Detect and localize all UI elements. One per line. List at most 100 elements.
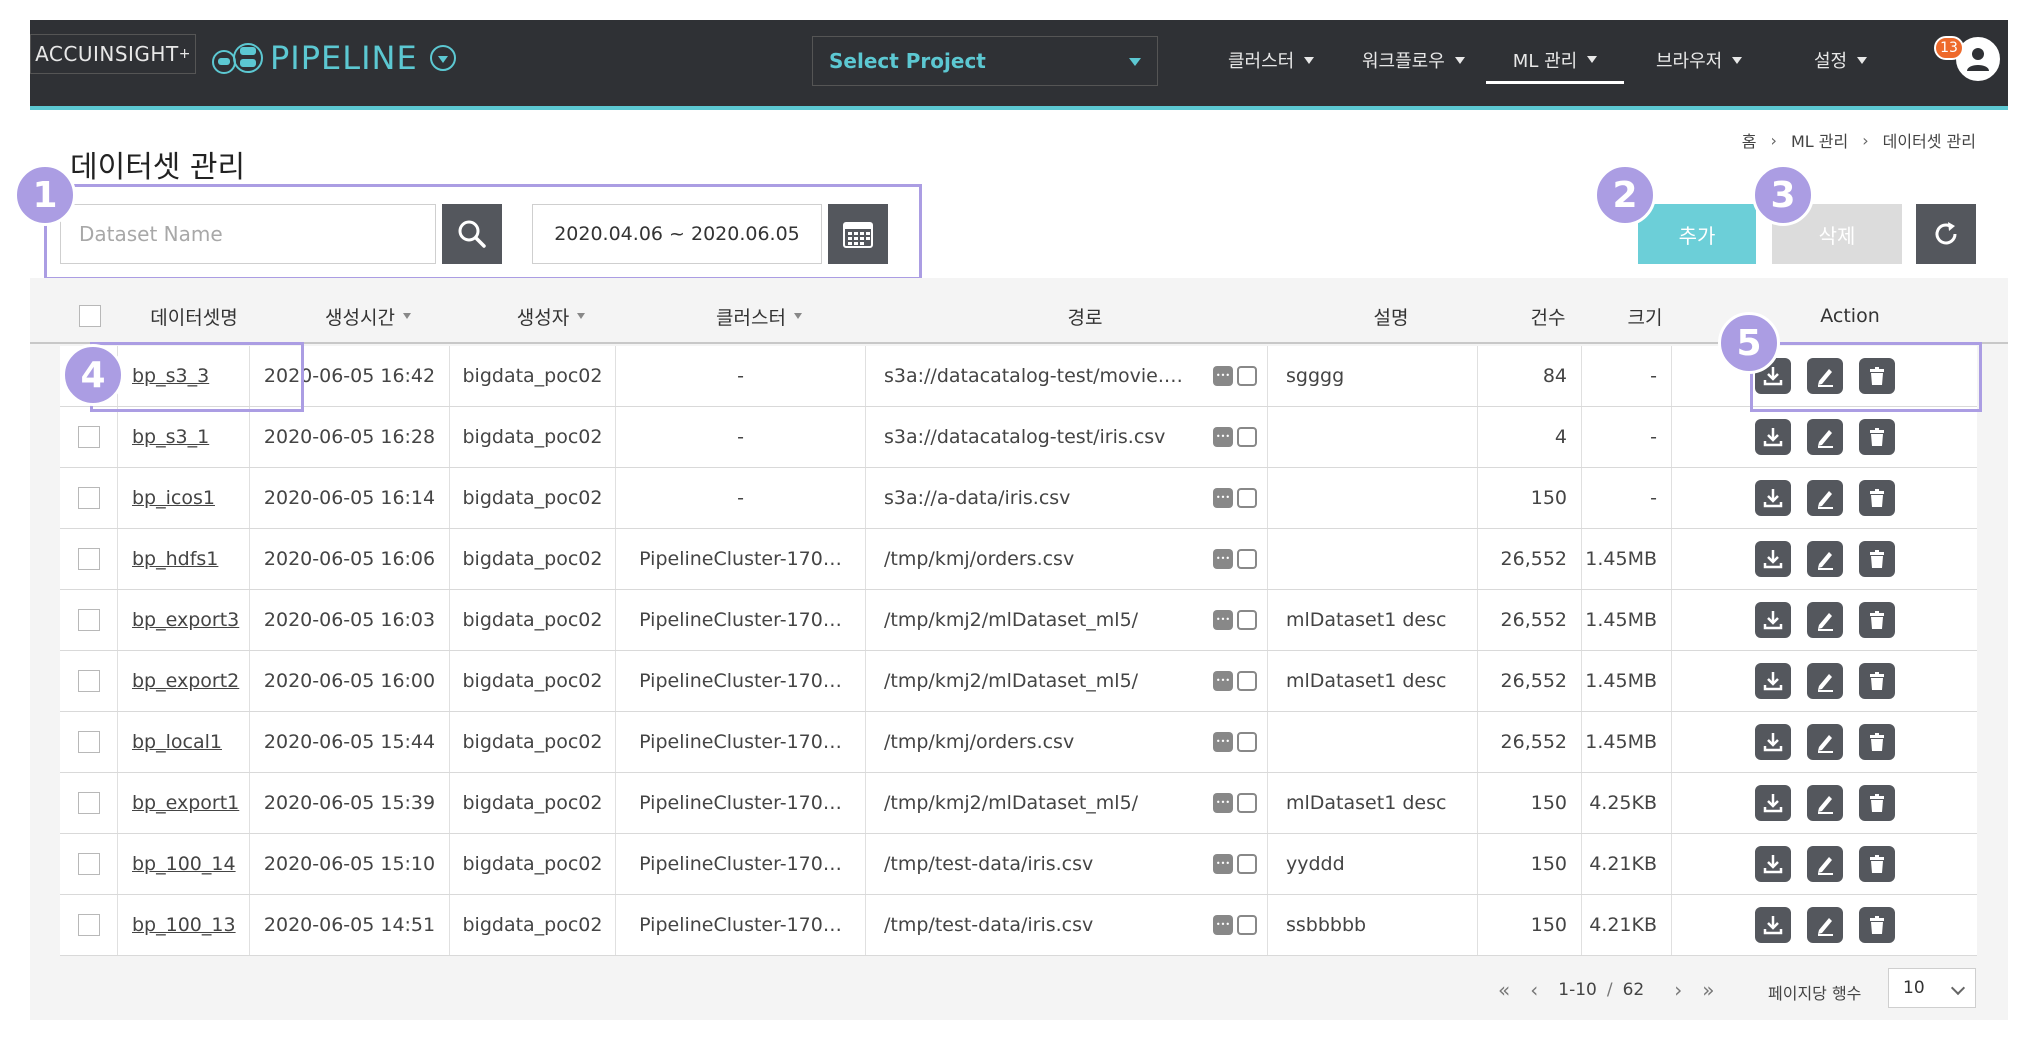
nav-menu-cluster[interactable]: 클러스터 (1228, 40, 1315, 80)
dataset-name-link[interactable]: bp_export2 (118, 670, 239, 692)
pipeline-logo[interactable]: PIPELINE (210, 36, 456, 80)
trash-icon (1866, 731, 1888, 753)
row-checkbox[interactable] (77, 548, 100, 570)
select-all-checkbox[interactable] (79, 305, 101, 327)
delete-row-button[interactable] (1858, 663, 1895, 699)
more-icon[interactable]: ••• (1213, 549, 1233, 569)
breadcrumb-home[interactable]: 홈 (1742, 128, 1757, 152)
refresh-button[interactable] (1916, 204, 1976, 264)
dataset-name-link[interactable]: bp_icos1 (118, 487, 215, 509)
more-icon[interactable]: ••• (1213, 854, 1233, 874)
edit-button[interactable] (1806, 480, 1843, 516)
download-button[interactable] (1754, 541, 1791, 577)
dataset-name-link[interactable]: bp_export3 (118, 609, 239, 631)
more-icon[interactable]: ••• (1213, 488, 1233, 508)
app-frame: ACCUINSIGHT + PIPELINE Select Project 클러스… (0, 0, 2024, 1046)
count-cell: 26,552 (1478, 529, 1582, 589)
delete-row-button[interactable] (1858, 480, 1895, 516)
download-button[interactable] (1754, 846, 1791, 882)
more-icon[interactable]: ••• (1213, 915, 1233, 935)
copy-path-icon[interactable] (1237, 671, 1257, 691)
dataset-name-link[interactable]: bp_100_14 (118, 853, 236, 875)
column-header-creator[interactable]: 생성자 (468, 288, 634, 344)
edit-button[interactable] (1806, 785, 1843, 821)
more-icon[interactable]: ••• (1213, 366, 1233, 386)
column-header-created-time[interactable]: 생성시간 (268, 288, 468, 344)
rows-per-page-select[interactable]: 10 (1888, 968, 1976, 1008)
row-checkbox[interactable] (77, 853, 100, 875)
last-page-icon[interactable]: » (1702, 978, 1714, 1002)
row-checkbox[interactable] (77, 914, 100, 936)
column-header-cluster[interactable]: 클러스터 (634, 288, 884, 344)
dataset-name-cell: bp_icos1 (118, 468, 250, 528)
download-button[interactable] (1754, 419, 1791, 455)
row-checkbox[interactable] (77, 487, 100, 509)
nav-menu-ml-management[interactable]: ML 관리 (1486, 40, 1624, 84)
row-checkbox[interactable] (77, 426, 100, 448)
row-checkbox[interactable] (77, 731, 100, 753)
more-icon[interactable]: ••• (1213, 610, 1233, 630)
dataset-name-link[interactable]: bp_export1 (118, 792, 239, 814)
nav-menu-workflow[interactable]: 워크플로우 (1362, 40, 1465, 80)
delete-row-button[interactable] (1858, 602, 1895, 638)
first-page-icon[interactable]: « (1498, 978, 1510, 1002)
more-icon[interactable]: ••• (1213, 427, 1233, 447)
created-time-text: 2020-06-05 16:06 (263, 548, 436, 570)
copy-path-icon[interactable] (1237, 366, 1257, 386)
row-checkbox[interactable] (77, 792, 100, 814)
search-button[interactable] (442, 204, 502, 264)
copy-path-icon[interactable] (1237, 854, 1257, 874)
copy-path-icon[interactable] (1237, 549, 1257, 569)
delete-row-button[interactable] (1858, 907, 1895, 943)
breadcrumb-ml-management[interactable]: ML 관리 (1791, 128, 1848, 152)
more-icon[interactable]: ••• (1213, 793, 1233, 813)
row-checkbox[interactable] (77, 670, 100, 692)
edit-button[interactable] (1806, 724, 1843, 760)
copy-path-icon[interactable] (1237, 488, 1257, 508)
download-button[interactable] (1754, 785, 1791, 821)
next-page-icon[interactable]: › (1674, 978, 1682, 1002)
product-menu-chevron-icon[interactable] (429, 45, 456, 71)
download-button[interactable] (1754, 663, 1791, 699)
dataset-name-link[interactable]: bp_local1 (118, 731, 222, 753)
size-cell: 1.45MB (1582, 651, 1672, 711)
delete-row-button[interactable] (1858, 785, 1895, 821)
copy-path-icon[interactable] (1237, 732, 1257, 752)
dataset-name-search-input[interactable] (60, 204, 436, 264)
delete-row-button[interactable] (1858, 541, 1895, 577)
add-button[interactable]: 추가 (1638, 204, 1756, 264)
copy-path-icon[interactable] (1237, 610, 1257, 630)
download-button[interactable] (1754, 724, 1791, 760)
dataset-name-link[interactable]: bp_hdfs1 (118, 548, 218, 570)
download-button[interactable] (1754, 602, 1791, 638)
calendar-button[interactable] (828, 204, 888, 264)
delete-row-button[interactable] (1858, 419, 1895, 455)
copy-path-icon[interactable] (1237, 427, 1257, 447)
edit-button[interactable] (1806, 419, 1843, 455)
copy-path-icon[interactable] (1237, 793, 1257, 813)
caret-down-icon (1857, 56, 1868, 64)
dataset-name-cell: bp_hdfs1 (118, 529, 250, 589)
edit-button[interactable] (1806, 907, 1843, 943)
edit-button[interactable] (1806, 541, 1843, 577)
download-button[interactable] (1754, 907, 1791, 943)
edit-button[interactable] (1806, 663, 1843, 699)
delete-row-button[interactable] (1858, 846, 1895, 882)
description-cell: mlDataset1 desc (1268, 773, 1478, 833)
prev-page-icon[interactable]: ‹ (1530, 978, 1538, 1002)
edit-button[interactable] (1806, 602, 1843, 638)
date-range-field[interactable]: 2020.04.06 ~ 2020.06.05 (532, 204, 822, 264)
nav-menu-settings[interactable]: 설정 (1814, 40, 1868, 80)
row-checkbox[interactable] (77, 609, 100, 631)
project-select[interactable]: Select Project (812, 36, 1158, 86)
dataset-name-link[interactable]: bp_100_13 (118, 914, 236, 936)
accuinsight-logo[interactable]: ACCUINSIGHT + (30, 34, 196, 74)
more-icon[interactable]: ••• (1213, 732, 1233, 752)
download-button[interactable] (1754, 480, 1791, 516)
copy-path-icon[interactable] (1237, 915, 1257, 935)
delete-row-button[interactable] (1858, 724, 1895, 760)
dataset-name-link[interactable]: bp_s3_1 (118, 426, 209, 448)
nav-menu-browser[interactable]: 브라우저 (1656, 40, 1743, 80)
more-icon[interactable]: ••• (1213, 671, 1233, 691)
edit-button[interactable] (1806, 846, 1843, 882)
